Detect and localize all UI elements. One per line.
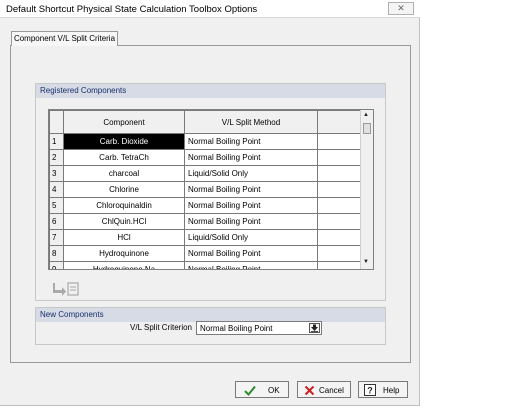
- registered-components-header: Registered Components: [36, 84, 385, 98]
- column-header-method[interactable]: V/L Split Method: [184, 110, 318, 134]
- row-number: 8: [49, 245, 64, 262]
- scroll-down-arrow-icon[interactable]: ▼: [363, 259, 369, 265]
- vertical-scrollbar[interactable]: ▲ ▼: [360, 110, 373, 269]
- component-cell[interactable]: Hydroquinone: [63, 245, 185, 262]
- row-number: 9: [49, 261, 64, 269]
- row-number: 1: [49, 133, 64, 150]
- row-number: 7: [49, 229, 64, 246]
- vl-split-criterion-label: V/L Split Criterion: [130, 323, 192, 332]
- help-icon: ?: [364, 384, 376, 396]
- row-number: 4: [49, 181, 64, 198]
- method-cell[interactable]: Liquid/Solid Only: [184, 229, 318, 246]
- new-components-header: New Components: [36, 308, 385, 322]
- components-table: Component V/L Split Method 1 Carb. Dioxi…: [49, 110, 373, 269]
- row-number: 2: [49, 149, 64, 166]
- svg-text:?: ?: [367, 386, 373, 396]
- grid-header-row: Component V/L Split Method: [49, 110, 373, 134]
- scroll-thumb[interactable]: [363, 123, 371, 134]
- close-icon: ✕: [397, 3, 405, 13]
- checkmark-icon: [244, 385, 256, 396]
- vl-split-criterion-select[interactable]: Normal Boiling Point: [196, 321, 322, 335]
- help-button[interactable]: ? Help: [358, 381, 408, 398]
- component-cell[interactable]: Carb. Dioxide: [63, 133, 185, 150]
- method-cell[interactable]: Normal Boiling Point: [184, 181, 318, 198]
- registered-components-group: Registered Components Component V/L Spli…: [35, 83, 386, 301]
- row-number: 3: [49, 165, 64, 182]
- new-components-group: New Components V/L Split Criterion Norma…: [35, 307, 386, 345]
- table-row[interactable]: 6 ChlQuin.HCl Normal Boiling Point: [49, 213, 373, 230]
- insert-component-icon[interactable]: [52, 281, 82, 297]
- ok-button[interactable]: OK: [235, 381, 289, 398]
- column-header-component[interactable]: Component: [63, 110, 185, 134]
- component-cell[interactable]: Chlorine: [63, 181, 185, 198]
- method-cell[interactable]: Normal Boiling Point: [184, 197, 318, 214]
- vl-split-criterion-value: Normal Boiling Point: [200, 324, 273, 333]
- options-dialog: Default Shortcut Physical State Calculat…: [0, 0, 420, 406]
- table-row[interactable]: 2 Carb. TetraCh Normal Boiling Point: [49, 149, 373, 166]
- row-number-header: [49, 110, 64, 134]
- table-row[interactable]: 3 charcoal Liquid/Solid Only: [49, 165, 373, 182]
- method-cell[interactable]: Liquid/Solid Only: [184, 165, 318, 182]
- ok-label: OK: [268, 386, 280, 395]
- component-cell[interactable]: Hydroquinone.Na: [63, 261, 185, 269]
- component-cell[interactable]: charcoal: [63, 165, 185, 182]
- cancel-button[interactable]: Cancel: [297, 381, 351, 398]
- method-cell[interactable]: Normal Boiling Point: [184, 133, 318, 150]
- dropdown-button[interactable]: [309, 323, 320, 333]
- table-row[interactable]: 1 Carb. Dioxide Normal Boiling Point: [49, 133, 373, 150]
- component-cell[interactable]: Carb. TetraCh: [63, 149, 185, 166]
- components-grid[interactable]: Component V/L Split Method 1 Carb. Dioxi…: [48, 109, 374, 270]
- close-button[interactable]: ✕: [388, 2, 414, 15]
- component-cell[interactable]: HCl: [63, 229, 185, 246]
- tab-label: Component V/L Split Criteria: [13, 34, 116, 43]
- method-cell[interactable]: Normal Boiling Point: [184, 213, 318, 230]
- cancel-x-icon: [304, 385, 315, 396]
- table-row[interactable]: 5 Chloroquinaldin Normal Boiling Point: [49, 197, 373, 214]
- window-title: Default Shortcut Physical State Calculat…: [6, 4, 258, 15]
- scroll-up-arrow-icon[interactable]: ▲: [363, 112, 369, 118]
- table-row[interactable]: 7 HCl Liquid/Solid Only: [49, 229, 373, 246]
- help-label: Help: [383, 386, 400, 395]
- title-bar: Default Shortcut Physical State Calculat…: [0, 0, 420, 18]
- download-arrow-icon: [311, 324, 318, 332]
- table-row[interactable]: 9 Hydroquinone.Na Normal Boiling Point: [49, 261, 373, 269]
- method-cell[interactable]: Normal Boiling Point: [184, 149, 318, 166]
- component-cell[interactable]: Chloroquinaldin: [63, 197, 185, 214]
- grid-toolbar: [52, 281, 82, 297]
- table-row[interactable]: 8 Hydroquinone Normal Boiling Point: [49, 245, 373, 262]
- tab-component-vl-split-criteria[interactable]: Component V/L Split Criteria: [11, 31, 118, 46]
- method-cell[interactable]: Normal Boiling Point: [184, 261, 318, 269]
- row-number: 6: [49, 213, 64, 230]
- method-cell[interactable]: Normal Boiling Point: [184, 245, 318, 262]
- component-cell[interactable]: ChlQuin.HCl: [63, 213, 185, 230]
- row-number: 5: [49, 197, 64, 214]
- table-row[interactable]: 4 Chlorine Normal Boiling Point: [49, 181, 373, 198]
- cancel-label: Cancel: [319, 386, 344, 395]
